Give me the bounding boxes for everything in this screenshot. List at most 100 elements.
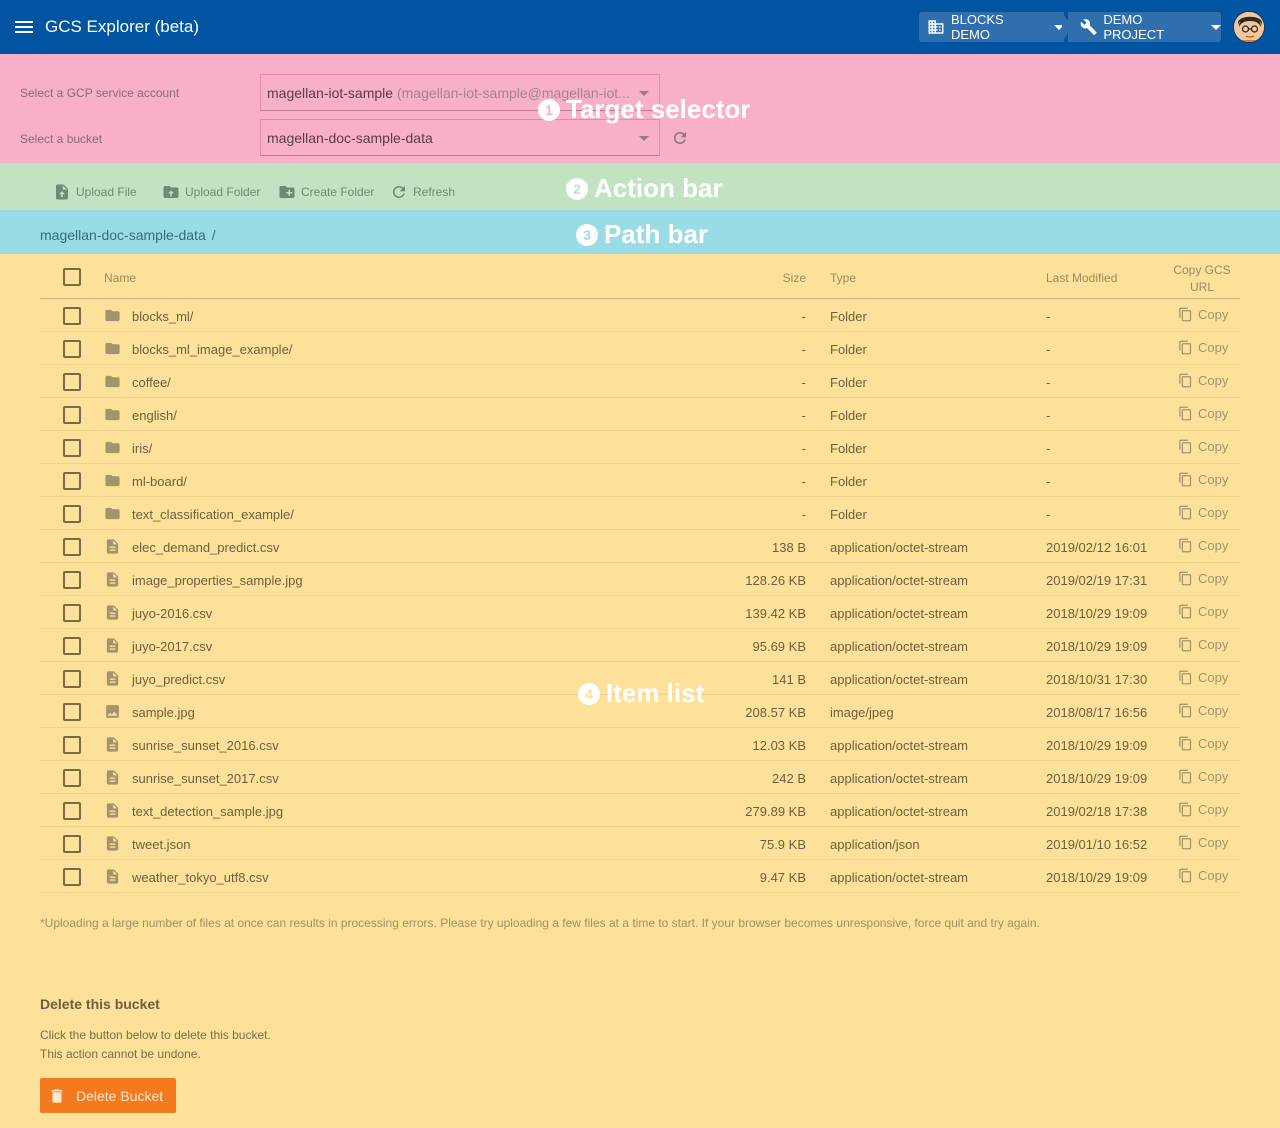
row-checkbox[interactable]: [63, 604, 81, 622]
row-name[interactable]: sample.jpg: [132, 705, 195, 720]
table-row[interactable]: blocks_ml/ - Folder - Copy: [40, 299, 1240, 332]
section-tag-action: 2 Action bar: [566, 173, 723, 204]
row-last-modified: -: [1046, 441, 1051, 456]
table-row[interactable]: image_properties_sample.jpg 128.26 KB appl…: [40, 563, 1240, 596]
row-name[interactable]: juyo-2017.csv: [132, 639, 212, 654]
breadcrumb-bucket-link[interactable]: magellan-doc-sample-data: [40, 227, 206, 243]
row-checkbox[interactable]: [63, 868, 81, 886]
row-name[interactable]: sunrise_sunset_2017.csv: [132, 771, 279, 786]
row-checkbox[interactable]: [63, 703, 81, 721]
copy-url-button[interactable]: Copy: [1178, 406, 1228, 421]
column-header-type[interactable]: Type: [830, 271, 856, 285]
copy-url-button[interactable]: Copy: [1178, 637, 1228, 652]
project-selector[interactable]: DEMO PROJECT: [1068, 12, 1221, 42]
copy-url-button[interactable]: Copy: [1178, 868, 1228, 883]
row-checkbox[interactable]: [63, 307, 81, 325]
row-last-modified: 2018/10/29 19:09: [1046, 639, 1148, 654]
copy-url-button[interactable]: Copy: [1178, 835, 1228, 850]
row-name[interactable]: juyo_predict.csv: [132, 672, 225, 687]
top-app-bar: GCS Explorer (beta) BLOCKS DEMO DEMO PRO…: [0, 0, 1280, 54]
table-row[interactable]: english/ - Folder - Copy: [40, 398, 1240, 431]
row-last-modified: 2018/10/29 19:09: [1046, 771, 1148, 786]
row-name[interactable]: sunrise_sunset_2016.csv: [132, 738, 279, 753]
copy-url-button[interactable]: Copy: [1178, 439, 1228, 454]
select-all-checkbox[interactable]: [63, 268, 81, 286]
row-name[interactable]: tweet.json: [132, 837, 191, 852]
table-row[interactable]: text_classification_example/ - Folder - Copy: [40, 497, 1240, 530]
column-header-size[interactable]: Size: [783, 271, 806, 285]
row-checkbox[interactable]: [63, 472, 81, 490]
copy-url-button[interactable]: Copy: [1178, 769, 1228, 784]
row-name[interactable]: text_classification_example/: [132, 507, 294, 522]
row-name[interactable]: text_detection_sample.jpg: [132, 804, 283, 819]
row-size: 9.47 KB: [759, 870, 806, 885]
row-checkbox[interactable]: [63, 439, 81, 457]
row-name[interactable]: elec_demand_predict.csv: [132, 540, 279, 555]
copy-url-button[interactable]: Copy: [1178, 802, 1228, 817]
row-checkbox[interactable]: [63, 637, 81, 655]
delete-bucket-button[interactable]: Delete Bucket: [40, 1078, 176, 1113]
organization-selector[interactable]: BLOCKS DEMO: [919, 12, 1064, 42]
row-checkbox[interactable]: [63, 538, 81, 556]
row-name[interactable]: iris/: [132, 441, 152, 456]
copy-url-button[interactable]: Copy: [1178, 538, 1228, 553]
row-checkbox[interactable]: [63, 340, 81, 358]
row-name[interactable]: blocks_ml_image_example/: [132, 342, 292, 357]
refresh-button[interactable]: Refresh: [390, 183, 455, 201]
table-row[interactable]: juyo-2017.csv 95.69 KB application/octet-s…: [40, 629, 1240, 662]
copy-url-button[interactable]: Copy: [1178, 571, 1228, 586]
column-header-name[interactable]: Name: [104, 271, 136, 285]
table-row[interactable]: iris/ - Folder - Copy: [40, 431, 1240, 464]
row-name[interactable]: image_properties_sample.jpg: [132, 573, 303, 588]
copy-url-button[interactable]: Copy: [1178, 472, 1228, 487]
create-folder-icon: [279, 186, 295, 198]
table-row[interactable]: ml-board/ - Folder - Copy: [40, 464, 1240, 497]
column-header-last-modified[interactable]: Last Modified: [1046, 271, 1117, 285]
upload-folder-button[interactable]: Upload Folder: [162, 183, 260, 201]
row-size: 128.26 KB: [745, 573, 806, 588]
table-row[interactable]: juyo-2016.csv 139.42 KB application/octet-…: [40, 596, 1240, 629]
table-row[interactable]: sunrise_sunset_2017.csv 242 B application/…: [40, 761, 1240, 794]
table-row[interactable]: blocks_ml_image_example/ - Folder - Copy: [40, 332, 1240, 365]
row-checkbox[interactable]: [63, 736, 81, 754]
menu-icon[interactable]: [12, 15, 36, 39]
copy-url-button[interactable]: Copy: [1178, 373, 1228, 388]
create-folder-button[interactable]: Create Folder: [278, 183, 374, 201]
copy-url-button[interactable]: Copy: [1178, 604, 1228, 619]
copy-url-button[interactable]: Copy: [1178, 736, 1228, 751]
row-last-modified: -: [1046, 507, 1051, 522]
row-checkbox[interactable]: [63, 835, 81, 853]
row-checkbox[interactable]: [63, 406, 81, 424]
row-checkbox[interactable]: [63, 505, 81, 523]
row-name[interactable]: weather_tokyo_utf8.csv: [132, 870, 269, 885]
row-checkbox[interactable]: [63, 802, 81, 820]
upload-file-icon: [56, 184, 68, 200]
row-checkbox[interactable]: [63, 670, 81, 688]
table-row[interactable]: weather_tokyo_utf8.csv 9.47 KB application…: [40, 860, 1240, 893]
row-name[interactable]: english/: [132, 408, 177, 423]
avatar[interactable]: [1233, 11, 1265, 43]
row-checkbox[interactable]: [63, 571, 81, 589]
table-row[interactable]: sunrise_sunset_2016.csv 12.03 KB applicati…: [40, 728, 1240, 761]
copy-url-button[interactable]: Copy: [1178, 505, 1228, 520]
upload-file-button[interactable]: Upload File: [53, 183, 137, 201]
row-name[interactable]: coffee/: [132, 375, 171, 390]
refresh-buckets-icon[interactable]: [671, 129, 689, 147]
table-row[interactable]: coffee/ - Folder - Copy: [40, 365, 1240, 398]
row-checkbox[interactable]: [63, 373, 81, 391]
table-row[interactable]: tweet.json 75.9 KB application/json 2019/01…: [40, 827, 1240, 860]
row-name[interactable]: ml-board/: [132, 474, 187, 489]
copy-url-button[interactable]: Copy: [1178, 340, 1228, 355]
copy-url-button[interactable]: Copy: [1178, 703, 1228, 718]
copy-url-button[interactable]: Copy: [1178, 670, 1228, 685]
table-row[interactable]: elec_demand_predict.csv 138 B application/…: [40, 530, 1240, 563]
row-size: -: [801, 342, 806, 357]
row-last-modified: -: [1046, 309, 1051, 324]
row-name[interactable]: juyo-2016.csv: [132, 606, 212, 621]
row-checkbox[interactable]: [63, 769, 81, 787]
row-name[interactable]: blocks_ml/: [132, 309, 193, 324]
chevron-down-icon: [1211, 24, 1221, 30]
copy-url-button[interactable]: Copy: [1178, 307, 1228, 322]
chevron-down-icon: [639, 136, 649, 141]
table-row[interactable]: text_detection_sample.jpg 279.89 KB applic…: [40, 794, 1240, 827]
